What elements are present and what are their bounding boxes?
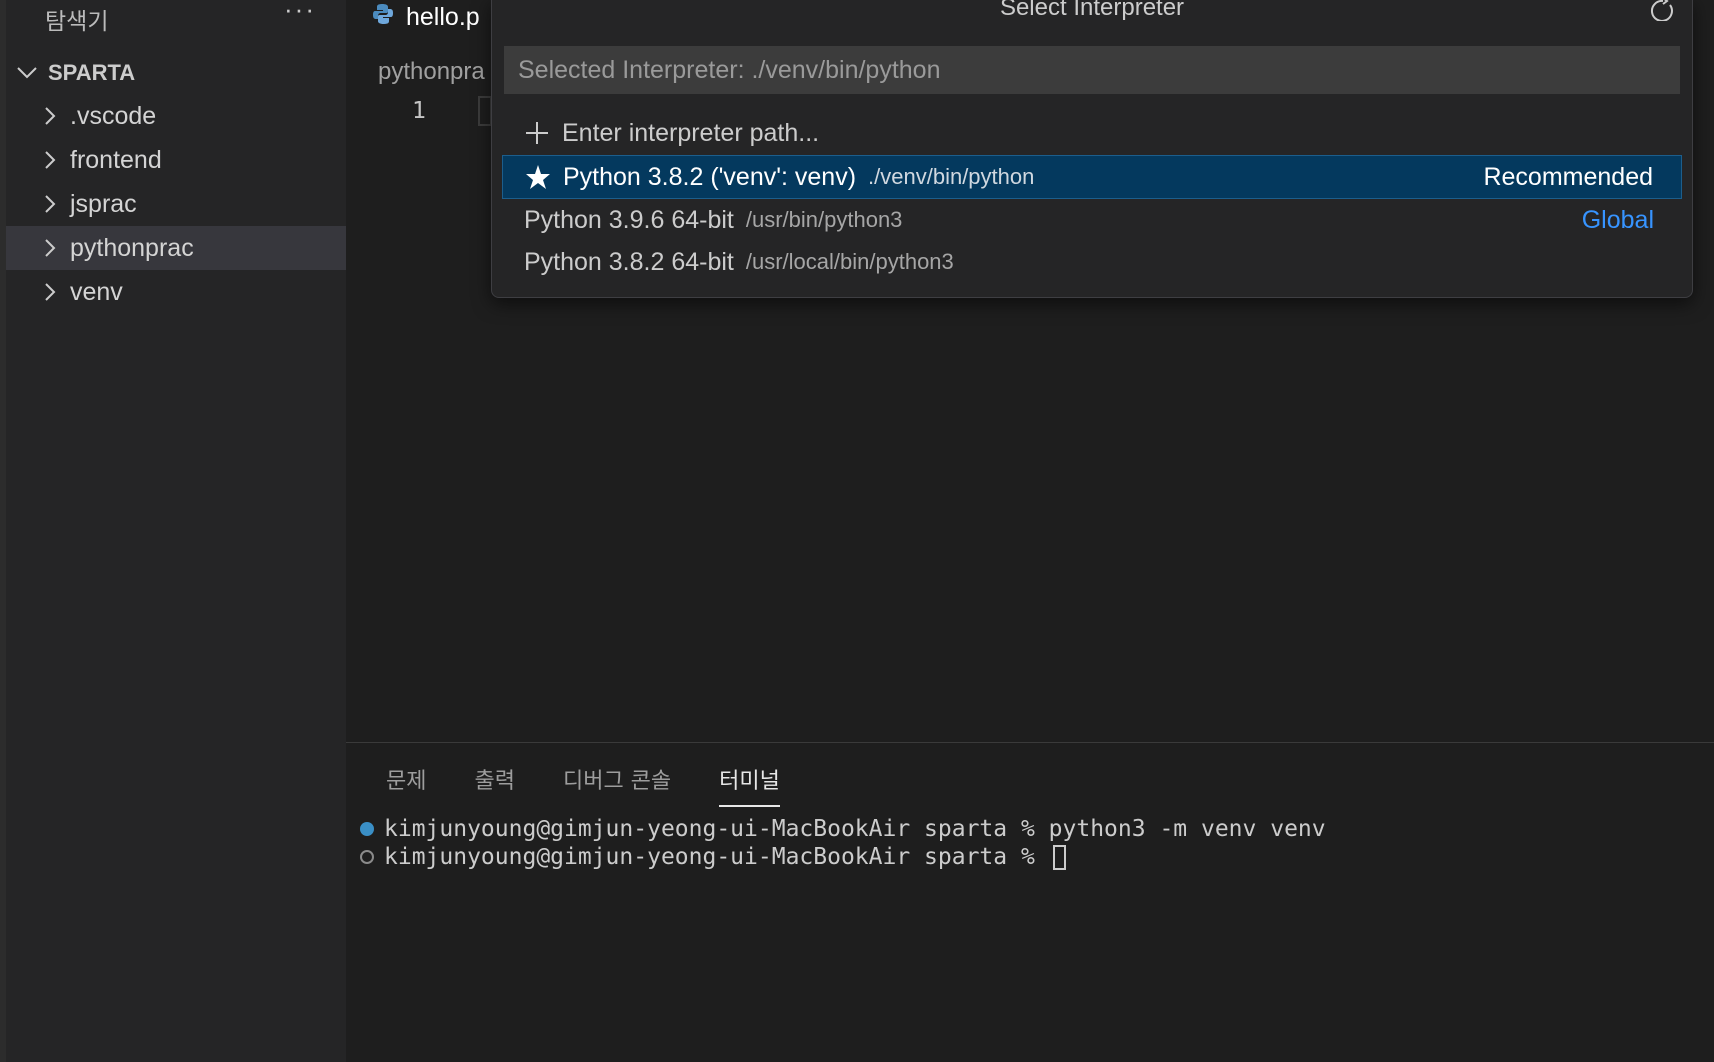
tree-item-label: venv bbox=[70, 277, 123, 306]
tree-item-jsprac[interactable]: jsprac bbox=[6, 182, 346, 226]
workspace-section-header[interactable]: SPARTA bbox=[16, 58, 135, 88]
chevron-down-icon bbox=[16, 66, 38, 80]
explorer-title: 탐색기 bbox=[45, 9, 109, 35]
interpreter-search-input[interactable] bbox=[504, 46, 1680, 94]
tree-item-label: .vscode bbox=[70, 101, 157, 130]
terminal-cursor bbox=[1052, 844, 1066, 870]
python-file-icon bbox=[372, 3, 394, 32]
interpreter-option-python396[interactable]: Python 3.9.6 64-bit /usr/bin/python3 Glo… bbox=[502, 199, 1682, 241]
breadcrumb[interactable]: pythonpra bbox=[378, 58, 485, 86]
select-interpreter-quickpick: Select Interpreter Enter interpreter pat… bbox=[491, 0, 1693, 298]
vscode-window: 탐색기 ··· SPARTA .vscode frontend jsprac p… bbox=[0, 0, 1714, 1062]
star-icon bbox=[525, 164, 555, 190]
chevron-right-icon bbox=[44, 238, 56, 258]
tree-item-pythonprac[interactable]: pythonprac bbox=[6, 226, 346, 270]
option-label: Python 3.8.2 ('venv': venv) bbox=[563, 162, 857, 191]
interpreter-option-venv[interactable]: Python 3.8.2 ('venv': venv) ./venv/bin/p… bbox=[502, 155, 1682, 199]
option-path: ./venv/bin/python bbox=[868, 164, 1035, 189]
terminal-line: kimjunyoung@gimjun-yeong-ui-MacBookAir s… bbox=[360, 843, 1326, 871]
interpreter-list: Enter interpreter path... Python 3.8.2 (… bbox=[502, 111, 1682, 283]
recommended-badge: Recommended bbox=[1483, 162, 1653, 191]
chevron-right-icon bbox=[44, 194, 56, 214]
file-tree: .vscode frontend jsprac pythonprac venv bbox=[6, 94, 346, 314]
editor-tab-label: hello.p bbox=[406, 2, 480, 31]
workspace-name: SPARTA bbox=[48, 60, 136, 85]
command-success-dot-icon[interactable] bbox=[360, 822, 374, 836]
editor-tab-hello-py[interactable]: hello.p bbox=[372, 0, 480, 34]
quickpick-title: Select Interpreter bbox=[999, 0, 1185, 21]
line-number: 1 bbox=[412, 98, 426, 124]
explorer-sidebar: 탐색기 ··· SPARTA .vscode frontend jsprac p… bbox=[6, 0, 346, 1062]
tree-item-label: pythonprac bbox=[70, 233, 194, 262]
option-path: /usr/bin/python3 bbox=[745, 207, 903, 232]
refresh-icon[interactable] bbox=[1650, 0, 1676, 26]
option-label: Enter interpreter path... bbox=[562, 118, 820, 147]
tab-terminal[interactable]: 터미널 bbox=[719, 763, 780, 807]
terminal[interactable]: kimjunyoung@gimjun-yeong-ui-MacBookAir s… bbox=[360, 815, 1326, 871]
enter-interpreter-path-option[interactable]: Enter interpreter path... bbox=[502, 111, 1682, 155]
tree-item-venv[interactable]: venv bbox=[6, 270, 346, 314]
option-path: /usr/local/bin/python3 bbox=[745, 249, 954, 274]
tab-problems[interactable]: 문제 bbox=[386, 763, 426, 807]
terminal-text: kimjunyoung@gimjun-yeong-ui-MacBookAir s… bbox=[384, 844, 1035, 870]
tree-item-label: jsprac bbox=[70, 189, 137, 218]
plus-icon bbox=[524, 120, 554, 146]
global-badge: Global bbox=[1581, 205, 1654, 234]
option-label: Python 3.8.2 64-bit bbox=[524, 247, 734, 276]
interpreter-option-python382-local[interactable]: Python 3.8.2 64-bit /usr/local/bin/pytho… bbox=[502, 241, 1682, 283]
bottom-panel: 문제 출력 디버그 콘솔 터미널 kimjunyoung@gimjun-yeon… bbox=[346, 742, 1714, 1062]
tab-output[interactable]: 출력 bbox=[474, 763, 514, 807]
editor-cursor-line bbox=[478, 96, 492, 126]
chevron-right-icon bbox=[44, 150, 56, 170]
terminal-text: kimjunyoung@gimjun-yeong-ui-MacBookAir s… bbox=[384, 816, 1326, 842]
command-pending-dot-icon[interactable] bbox=[360, 850, 374, 864]
chevron-right-icon bbox=[44, 282, 56, 302]
chevron-right-icon bbox=[44, 106, 56, 126]
option-label: Python 3.9.6 64-bit bbox=[524, 205, 734, 234]
more-actions-button[interactable]: ··· bbox=[284, 0, 316, 25]
panel-tabs: 문제 출력 디버그 콘솔 터미널 bbox=[386, 763, 780, 807]
tree-item-frontend[interactable]: frontend bbox=[6, 138, 346, 182]
tab-debug-console[interactable]: 디버그 콘솔 bbox=[563, 763, 671, 807]
terminal-line: kimjunyoung@gimjun-yeong-ui-MacBookAir s… bbox=[360, 815, 1326, 843]
tree-item-vscode[interactable]: .vscode bbox=[6, 94, 346, 138]
tree-item-label: frontend bbox=[70, 145, 162, 174]
